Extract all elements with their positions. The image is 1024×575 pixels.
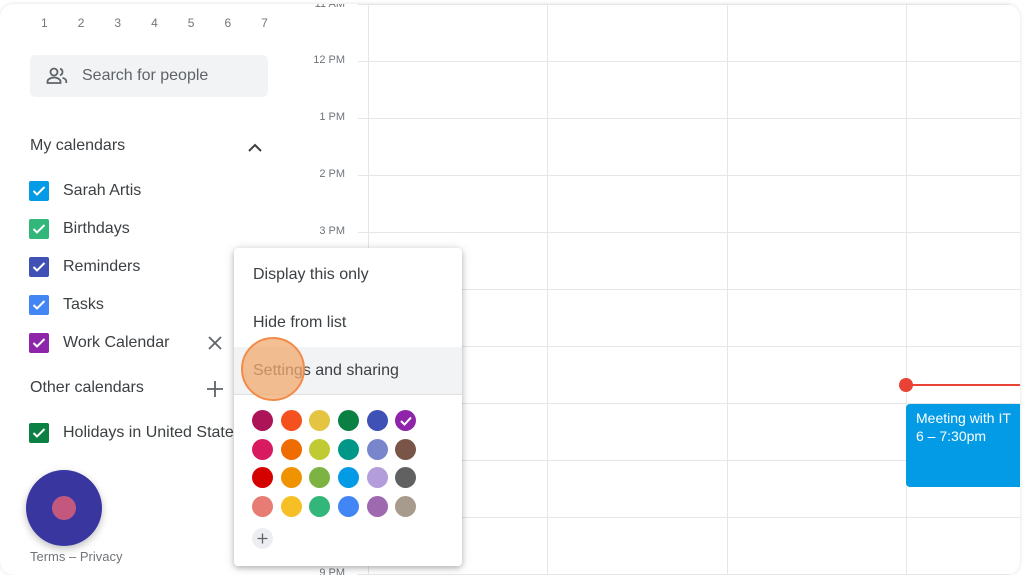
hour-line (358, 61, 1020, 62)
color-swatch[interactable] (366, 495, 388, 517)
color-swatch[interactable] (280, 438, 302, 460)
search-placeholder: Search for people (82, 67, 209, 84)
event-meeting-with-it[interactable]: Meeting with IT 6 – 7:30pm (906, 404, 1020, 487)
mini-day[interactable]: 3 (99, 16, 136, 30)
color-swatch[interactable] (338, 467, 360, 489)
current-time-dot (899, 378, 913, 392)
event-title: Meeting with IT (916, 410, 1011, 426)
check-icon (32, 428, 46, 438)
calendar-item-birthdays[interactable]: Birthdays (29, 217, 269, 241)
checkbox[interactable] (29, 423, 49, 443)
check-icon (32, 338, 46, 348)
calendar-item-tasks[interactable]: Tasks (29, 293, 269, 317)
close-icon[interactable] (203, 331, 227, 355)
terms-link[interactable]: Terms (30, 549, 65, 564)
check-icon (400, 416, 412, 426)
color-swatch[interactable] (309, 438, 331, 460)
color-swatch[interactable] (338, 438, 360, 460)
color-swatch[interactable] (366, 410, 388, 431)
mini-day[interactable]: 4 (136, 16, 173, 30)
calendar-label: Work Calendar (63, 334, 170, 351)
check-icon (32, 262, 46, 272)
time-label: 9 PM (319, 567, 345, 575)
check-icon (32, 224, 46, 234)
checkbox[interactable] (29, 295, 49, 315)
event-time: 6 – 7:30pm (916, 428, 987, 444)
day-column-divider (727, 4, 728, 575)
create-button[interactable] (26, 470, 102, 546)
mini-day[interactable]: 1 (26, 16, 63, 30)
color-swatch[interactable] (338, 410, 360, 431)
hour-line (358, 4, 1020, 5)
checkbox[interactable] (29, 181, 49, 201)
color-swatch[interactable] (252, 410, 273, 431)
calendar-item-reminders[interactable]: Reminders (29, 255, 269, 279)
calendar-item-sarah-artis[interactable]: Sarah Artis (29, 179, 269, 203)
color-swatch[interactable] (280, 495, 302, 517)
menu-item-settings-and-sharing[interactable]: Settings and sharing (234, 347, 462, 394)
calendar-item-work-calendar[interactable]: Work Calendar (29, 331, 269, 355)
color-swatch[interactable] (395, 410, 417, 431)
plus-icon (257, 533, 268, 544)
checkbox[interactable] (29, 333, 49, 353)
chevron-up-icon[interactable] (243, 136, 267, 160)
color-swatch[interactable] (395, 467, 417, 489)
time-label: 11 AM (314, 4, 345, 10)
calendar-label: Reminders (63, 258, 141, 275)
search-people-input[interactable]: Search for people (30, 55, 268, 97)
calendar-options-menu: Display this only Hide from list Setting… (234, 248, 462, 566)
create-icon (52, 496, 76, 520)
calendar-label: Sarah Artis (63, 182, 142, 199)
my-calendars-heading[interactable]: My calendars (30, 137, 125, 155)
plus-icon[interactable] (203, 377, 227, 401)
color-swatch[interactable] (366, 467, 388, 489)
color-swatch[interactable] (252, 467, 273, 489)
menu-divider (234, 394, 462, 395)
color-swatch[interactable] (309, 410, 331, 431)
time-label: 3 PM (319, 225, 345, 237)
color-swatch[interactable] (252, 495, 273, 517)
menu-item-display-this-only[interactable]: Display this only (234, 251, 462, 298)
calendar-label: Holidays in United States (63, 424, 234, 441)
color-swatch[interactable] (395, 438, 417, 460)
mini-calendar-days: 1 2 3 4 5 6 7 (26, 16, 283, 30)
color-swatch[interactable] (252, 438, 273, 460)
hour-line (358, 232, 1020, 233)
checkbox[interactable] (29, 219, 49, 239)
privacy-link[interactable]: Privacy (80, 549, 123, 564)
color-swatch[interactable] (338, 495, 360, 517)
calendar-label: Birthdays (63, 220, 130, 237)
color-palette (252, 410, 417, 517)
footer-links: Terms – Privacy (30, 549, 123, 564)
color-swatch[interactable] (280, 410, 302, 431)
calendar-item-holidays[interactable]: Holidays in United States (29, 421, 234, 445)
day-column-divider (547, 4, 548, 575)
day-column-divider (906, 4, 907, 575)
time-label: 12 PM (313, 54, 345, 66)
color-swatch[interactable] (309, 495, 331, 517)
calendar-label: Tasks (63, 296, 104, 313)
hour-line (358, 175, 1020, 176)
color-swatch[interactable] (309, 467, 331, 489)
other-calendars-heading[interactable]: Other calendars (30, 379, 144, 397)
check-icon (32, 300, 46, 310)
mini-day[interactable]: 5 (173, 16, 210, 30)
separator: – (69, 549, 77, 564)
checkbox[interactable] (29, 257, 49, 277)
menu-item-hide-from-list[interactable]: Hide from list (234, 299, 462, 346)
current-time-line (906, 384, 1020, 386)
mini-day[interactable]: 6 (209, 16, 246, 30)
color-swatch[interactable] (280, 467, 302, 489)
calendar-window: 1 2 3 4 5 6 7 Search for people My calen… (0, 4, 1020, 575)
color-swatch[interactable] (366, 438, 388, 460)
people-icon (46, 67, 68, 84)
time-label: 2 PM (319, 168, 345, 180)
time-label: 1 PM (319, 111, 345, 123)
mini-day[interactable]: 7 (246, 16, 283, 30)
check-icon (32, 186, 46, 196)
mini-day[interactable]: 2 (63, 16, 100, 30)
add-custom-color-button[interactable] (252, 528, 273, 549)
color-swatch[interactable] (395, 495, 417, 517)
hour-line (358, 118, 1020, 119)
